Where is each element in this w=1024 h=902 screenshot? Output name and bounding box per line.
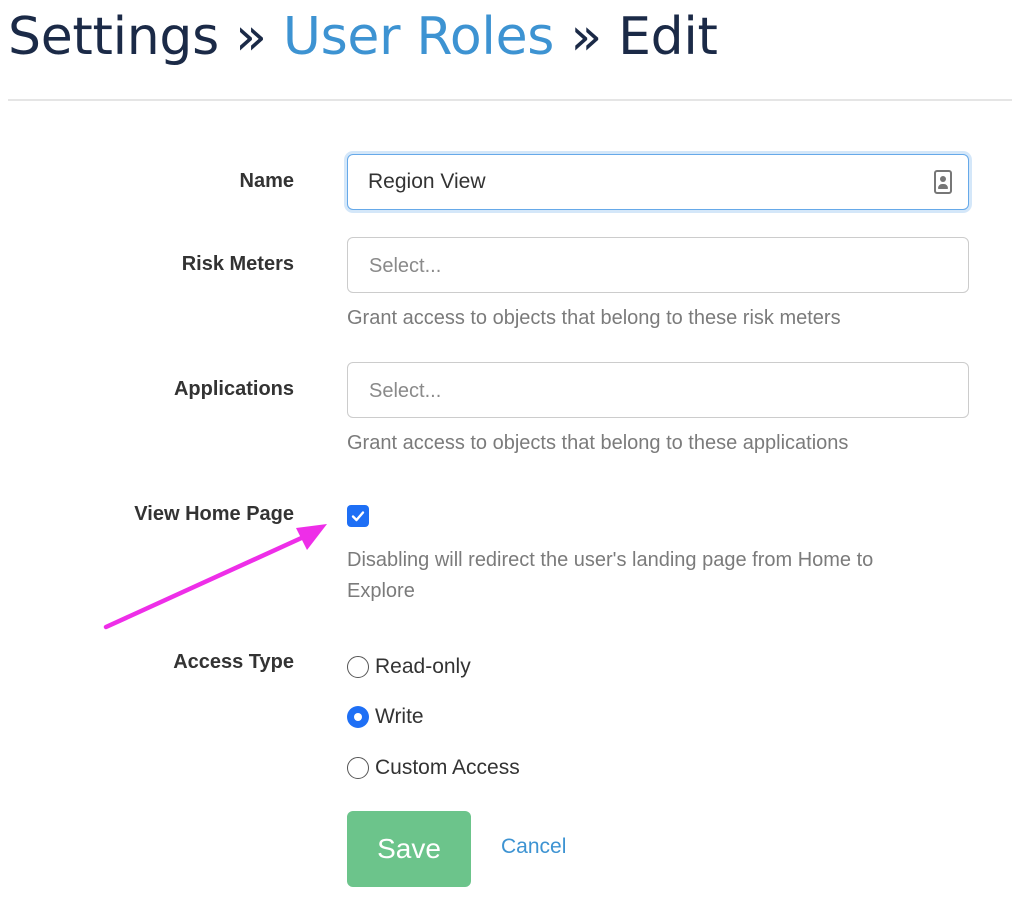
custom-access-label[interactable]: Custom Access bbox=[375, 756, 520, 780]
save-button[interactable]: Save bbox=[347, 811, 471, 887]
write-label[interactable]: Write bbox=[375, 705, 424, 729]
access-type-label: Access Type bbox=[173, 651, 294, 673]
read-only-radio[interactable] bbox=[347, 656, 369, 678]
read-only-label[interactable]: Read-only bbox=[375, 655, 471, 679]
write-radio[interactable] bbox=[347, 706, 369, 728]
access-type-write-option[interactable]: Write bbox=[347, 705, 424, 729]
access-type-read-only-option[interactable]: Read-only bbox=[347, 655, 471, 679]
custom-access-radio[interactable] bbox=[347, 757, 369, 779]
cancel-link[interactable]: Cancel bbox=[501, 835, 566, 859]
access-type-custom-access-option[interactable]: Custom Access bbox=[347, 756, 520, 780]
